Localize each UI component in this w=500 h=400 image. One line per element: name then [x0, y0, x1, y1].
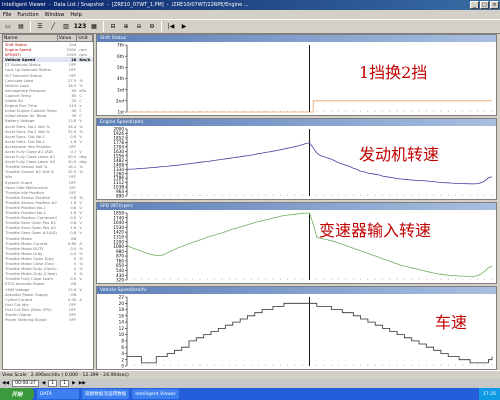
- toolbar-divider: [30, 21, 31, 32]
- header-unit[interactable]: Unit: [77, 35, 93, 41]
- chart-panel-vehicle: Vehicle Speed(km/h) 22 20 18 16 14 12 10 8 6 4 2 0 …: [96, 286, 497, 370]
- print-icon[interactable]: ▤: [15, 20, 27, 33]
- y-tick-label: 22: [119, 295, 125, 300]
- window-titlebar: Intelligent Viewer - Data List / Snapsho…: [0, 0, 500, 10]
- file-title-2: /ZRE10/07WT/22RPE/Engine ...: [171, 2, 249, 8]
- menu-bar: File Function Window Help: [0, 10, 500, 19]
- chart-title-shift: Shift Status: [97, 35, 496, 42]
- page-field[interactable]: 1: [48, 380, 58, 387]
- y-tick-label: 14: [119, 320, 125, 325]
- toolbar: ▭ ▤ ☰ ╱ ▥ 123 ▦ ⊟ ⊕ ⊖ ⚙ |◀ ▶: [0, 19, 500, 34]
- list-item-unit: [77, 317, 93, 322]
- y-tick-label: 6th: [117, 54, 124, 59]
- chart-spd-nt[interactable]: 1858174916401530142013101200109098087076…: [97, 210, 496, 283]
- data-list-rows: Shift Status 2nd Engine Speed 2000 rpm SPD(NT…: [3, 42, 93, 322]
- header-name[interactable]: Name: [3, 35, 58, 41]
- y-tick-label: 320: [116, 278, 124, 283]
- start-button[interactable]: 开始: [0, 388, 34, 400]
- y-tick-label: 10: [119, 332, 125, 337]
- y-tick-label: 16: [119, 313, 125, 318]
- y-tick-label: 890: [116, 194, 124, 199]
- annotation-spd: 变速器输入转速: [319, 221, 432, 240]
- y-tick-label: 6: [121, 345, 124, 350]
- data-list-header: Name Value Unit: [3, 35, 93, 42]
- doc-title: Data List / Snapshot: [53, 2, 105, 8]
- title-separator: -: [48, 2, 51, 8]
- y-tick-label: 4: [121, 351, 124, 356]
- annotation-shift: 1挡换2挡: [359, 63, 428, 82]
- title-separator: -: [107, 2, 109, 8]
- list-item-name: Power Steering Signal: [5, 317, 47, 323]
- taskbar-clock: 17:35: [478, 388, 500, 400]
- rewind-icon[interactable]: ◀◀: [2, 381, 9, 386]
- window-controls: _ □ ×: [470, 1, 499, 9]
- list-view-icon[interactable]: ☰: [34, 20, 46, 33]
- menu-help[interactable]: Help: [70, 12, 81, 18]
- graph-area: Shift Status 7th 6th 5th 4th 3rd 2nd 1st 1挡换2挡…: [96, 34, 497, 370]
- header-value[interactable]: Value: [58, 35, 78, 41]
- menu-window[interactable]: Window: [45, 12, 65, 18]
- y-tick-label: 8: [121, 339, 124, 344]
- step-forward-icon[interactable]: ▶: [72, 381, 76, 386]
- annotation-vehicle: 车速: [435, 313, 468, 332]
- first-icon[interactable]: |◀: [165, 20, 177, 33]
- y-tick-label: 4th: [117, 76, 124, 81]
- y-tick-label: 1st: [118, 110, 125, 115]
- annotation-engine: 发动机转速: [359, 145, 440, 164]
- title-separator: -: [166, 2, 169, 8]
- windows-taskbar: 开始 DATA 观察数据流运转数据 Intelligent Viewer 17:…: [0, 388, 500, 400]
- list-item-value: OFF: [68, 317, 77, 323]
- chart-panel-engine: Engine Speed(rpm) 2000 1926 1852 1778 1704 16…: [96, 118, 497, 200]
- chart-title-spd: SPD (NT)(rpm): [97, 203, 496, 210]
- y-tick-label: 2nd: [116, 98, 124, 103]
- y-tick-label: 20: [119, 301, 125, 306]
- y-tick-label: 12: [119, 326, 125, 331]
- y-tick-label: 3rd: [117, 87, 124, 92]
- zoom-out-icon[interactable]: ⊖: [133, 20, 145, 33]
- page-total-field: 1: [60, 380, 70, 387]
- status-bar: View Scale 2.490sec/div ( 0.000 - 12.399…: [0, 370, 500, 379]
- play-icon[interactable]: ▶: [178, 20, 190, 33]
- minimize-button[interactable]: _: [470, 1, 479, 9]
- chart-panel-shift: Shift Status 7th 6th 5th 4th 3rd 2nd 1st 1挡换2挡: [96, 34, 497, 116]
- taskbar-item-viewer[interactable]: Intelligent Viewer: [132, 389, 179, 399]
- close-button[interactable]: ×: [490, 1, 499, 9]
- file-title-1: [ZRE10_07WT_1.PM]: [111, 2, 164, 8]
- y-tick-label: 18: [119, 307, 125, 312]
- toolbar-divider: [161, 21, 162, 32]
- numeric-view-button[interactable]: 123: [73, 20, 87, 33]
- menu-function[interactable]: Function: [17, 12, 38, 18]
- y-tick-label: 7th: [117, 43, 124, 48]
- layout-icon[interactable]: ⊟: [107, 20, 119, 33]
- menu-file[interactable]: File: [3, 12, 11, 18]
- view-scale-value: 2.490sec/div ( 0.000 - 12.399 - 24.904se…: [30, 372, 129, 378]
- open-icon[interactable]: ▭: [2, 20, 14, 33]
- table-icon[interactable]: ▦: [88, 20, 100, 33]
- app-title: Intelligent Viewer: [2, 2, 46, 8]
- chart-shift-status[interactable]: 7th 6th 5th 4th 3rd 2nd 1st: [97, 42, 496, 115]
- maximize-button[interactable]: □: [480, 1, 489, 9]
- y-tick-label: 2: [121, 357, 124, 362]
- y-tick-label: 5th: [117, 65, 124, 70]
- chart-title-vehicle: Vehicle Speed(km/h): [97, 287, 496, 294]
- view-scale-label: View Scale: [2, 372, 27, 378]
- bar-view-icon[interactable]: ▥: [60, 20, 72, 33]
- toolbar-divider: [103, 21, 104, 32]
- chart-title-engine: Engine Speed(rpm): [97, 119, 496, 126]
- time-field[interactable]: 00:00:37: [12, 380, 39, 387]
- step-back-icon[interactable]: ◀: [42, 381, 46, 386]
- taskbar-item-data[interactable]: DATA: [37, 389, 79, 399]
- fast-forward-icon[interactable]: ▶▶: [79, 381, 86, 386]
- data-list-panel: Name Value Unit Shift Status 2nd Engine Sp…: [2, 34, 94, 370]
- list-item[interactable]: Power Steering Signal OFF: [3, 317, 93, 322]
- taskbar-item-observe[interactable]: 观察数据流运转数据: [82, 389, 130, 399]
- time-control-bar: ◀◀ 00:00:37 ◀ 1 1 ▶ ▶▶: [0, 379, 500, 388]
- y-tick-label: 0: [121, 364, 124, 369]
- settings-icon[interactable]: ⚙: [146, 20, 158, 33]
- graph-view-icon[interactable]: ╱: [47, 20, 59, 33]
- zoom-in-icon[interactable]: ⊕: [120, 20, 132, 33]
- chart-panel-spd: SPD (NT)(rpm) 1858 1749 1640 1530 1420 1310 12…: [96, 202, 497, 284]
